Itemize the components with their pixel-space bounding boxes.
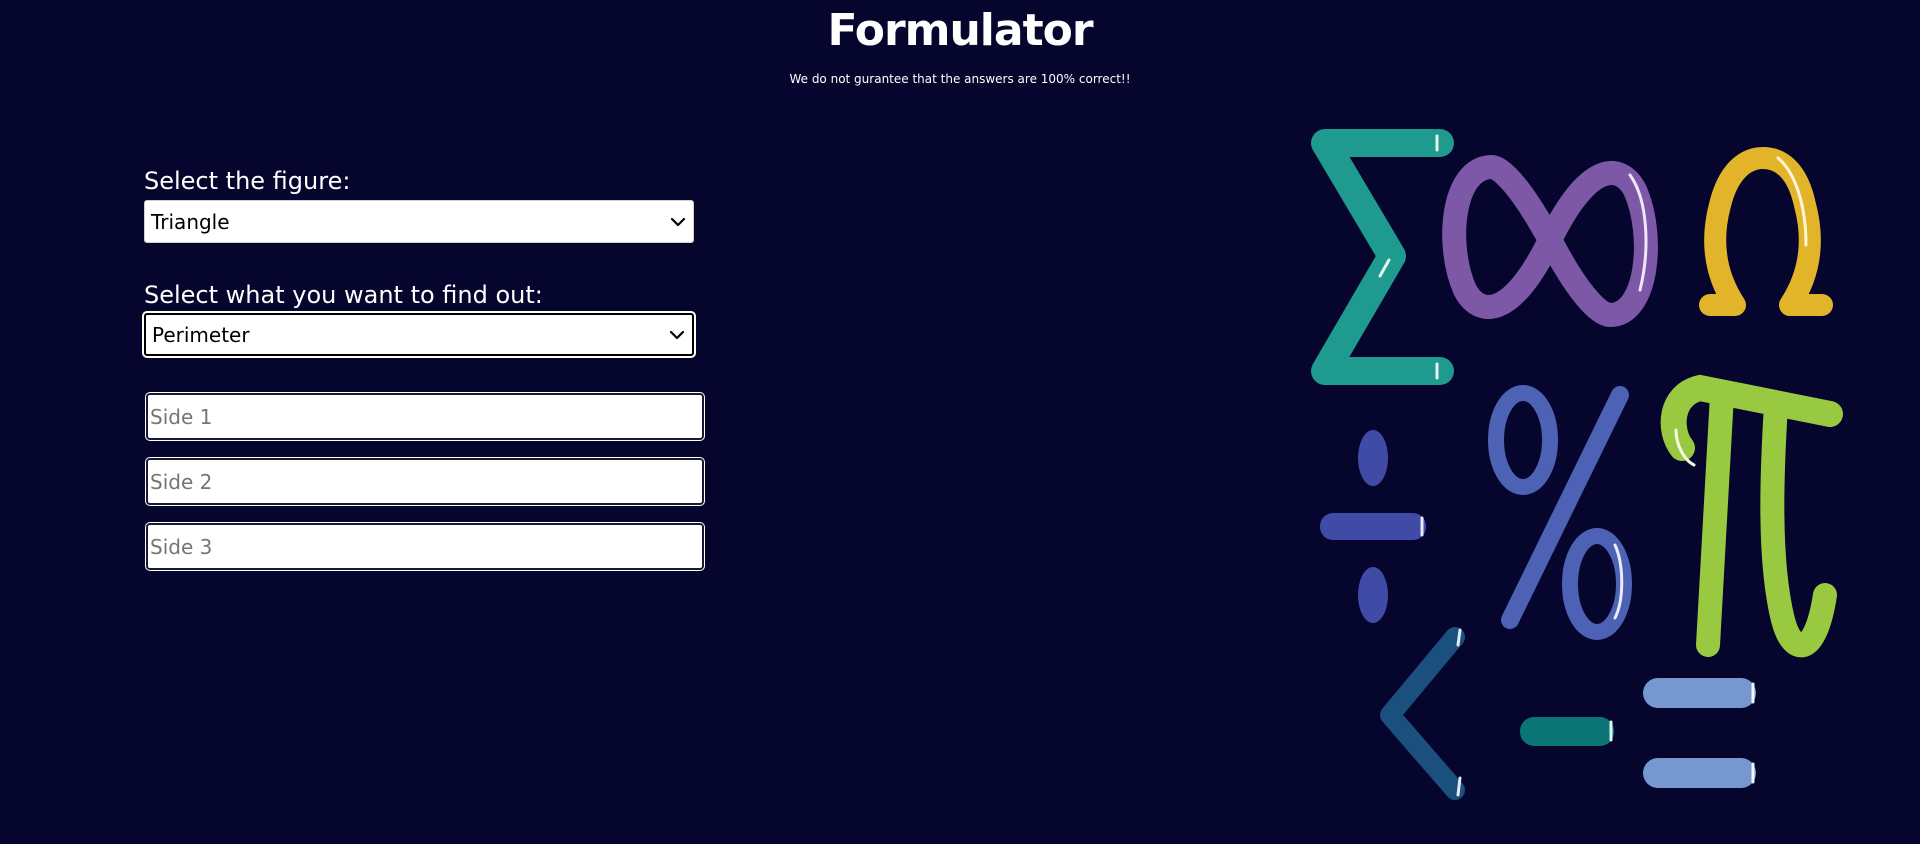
percent-icon — [1488, 385, 1632, 640]
chevron-down-icon — [669, 330, 685, 339]
less-than-icon — [1380, 627, 1465, 800]
sigma-icon — [1311, 129, 1454, 385]
figure-select[interactable]: Triangle — [144, 200, 694, 243]
find-select-label: Select what you want to find out: — [144, 281, 543, 309]
side-3-input[interactable] — [146, 523, 704, 570]
omega-icon — [1699, 147, 1833, 316]
math-symbols-illustration — [1311, 129, 1843, 800]
page: Formulator We do not gurantee that the a… — [0, 0, 1920, 844]
divide-icon — [1320, 430, 1426, 623]
side-1-input[interactable] — [146, 393, 704, 440]
disclaimer-text: We do not gurantee that the answers are … — [789, 72, 1131, 86]
chevron-down-icon — [670, 217, 686, 226]
find-select[interactable]: Perimeter — [144, 313, 694, 356]
equals-icon — [1643, 678, 1756, 788]
figure-select-value: Triangle — [151, 209, 230, 234]
side-2-input[interactable] — [146, 458, 704, 505]
figure-select-label: Select the figure: — [144, 167, 351, 195]
page-title: Formulator — [827, 5, 1093, 56]
pi-icon — [1660, 374, 1843, 658]
find-select-value: Perimeter — [152, 322, 250, 347]
infinity-icon — [1442, 155, 1658, 327]
minus-icon — [1520, 717, 1614, 746]
